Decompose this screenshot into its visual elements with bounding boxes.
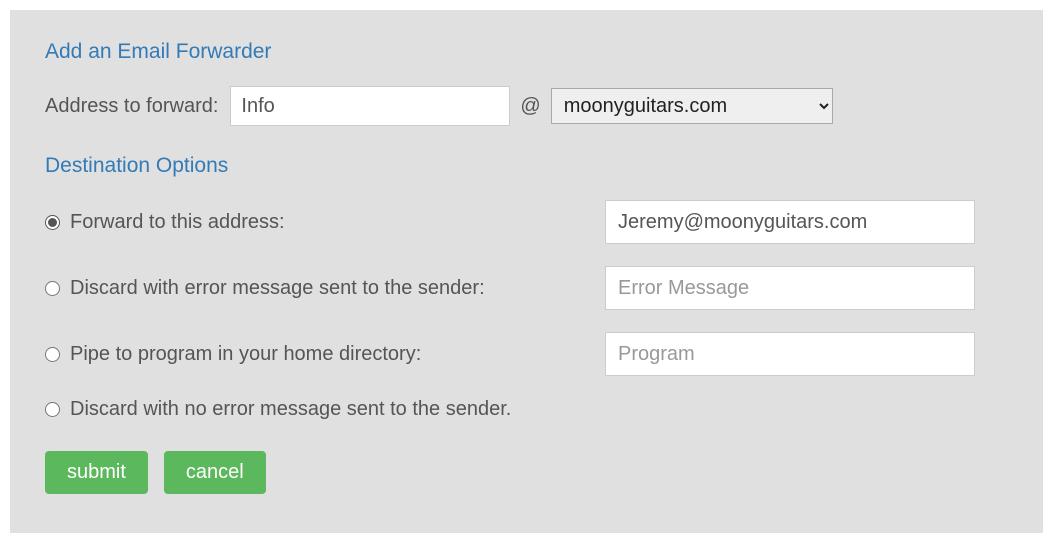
discard-silent-radio[interactable] [45, 402, 60, 417]
forward-radio[interactable] [45, 215, 60, 230]
address-to-forward-label: Address to forward: [45, 95, 218, 118]
address-input[interactable] [230, 86, 510, 126]
option-discard-silent-row: Discard with no error message sent to th… [45, 398, 1008, 421]
at-symbol: @ [520, 95, 540, 118]
discard-error-label: Discard with error message sent to the s… [70, 277, 485, 300]
submit-button[interactable]: submit [45, 451, 148, 494]
destination-options-title: Destination Options [45, 154, 1008, 178]
email-forwarder-panel: Add an Email Forwarder Address to forwar… [10, 10, 1043, 533]
discard-silent-label: Discard with no error message sent to th… [70, 398, 511, 421]
option-discard-error-row: Discard with error message sent to the s… [45, 266, 1008, 310]
domain-select[interactable]: moonyguitars.com [551, 88, 833, 124]
cancel-button[interactable]: cancel [164, 451, 266, 494]
program-input[interactable] [605, 332, 975, 376]
option-pipe-row: Pipe to program in your home directory: [45, 332, 1008, 376]
error-message-input[interactable] [605, 266, 975, 310]
address-row: Address to forward: @ moonyguitars.com [45, 86, 1008, 126]
add-forwarder-title: Add an Email Forwarder [45, 40, 1008, 64]
forward-label: Forward to this address: [70, 211, 285, 234]
pipe-radio[interactable] [45, 347, 60, 362]
pipe-label: Pipe to program in your home directory: [70, 343, 421, 366]
discard-error-radio[interactable] [45, 281, 60, 296]
forward-address-input[interactable] [605, 200, 975, 244]
button-row: submit cancel [45, 451, 1008, 494]
option-forward-row: Forward to this address: [45, 200, 1008, 244]
